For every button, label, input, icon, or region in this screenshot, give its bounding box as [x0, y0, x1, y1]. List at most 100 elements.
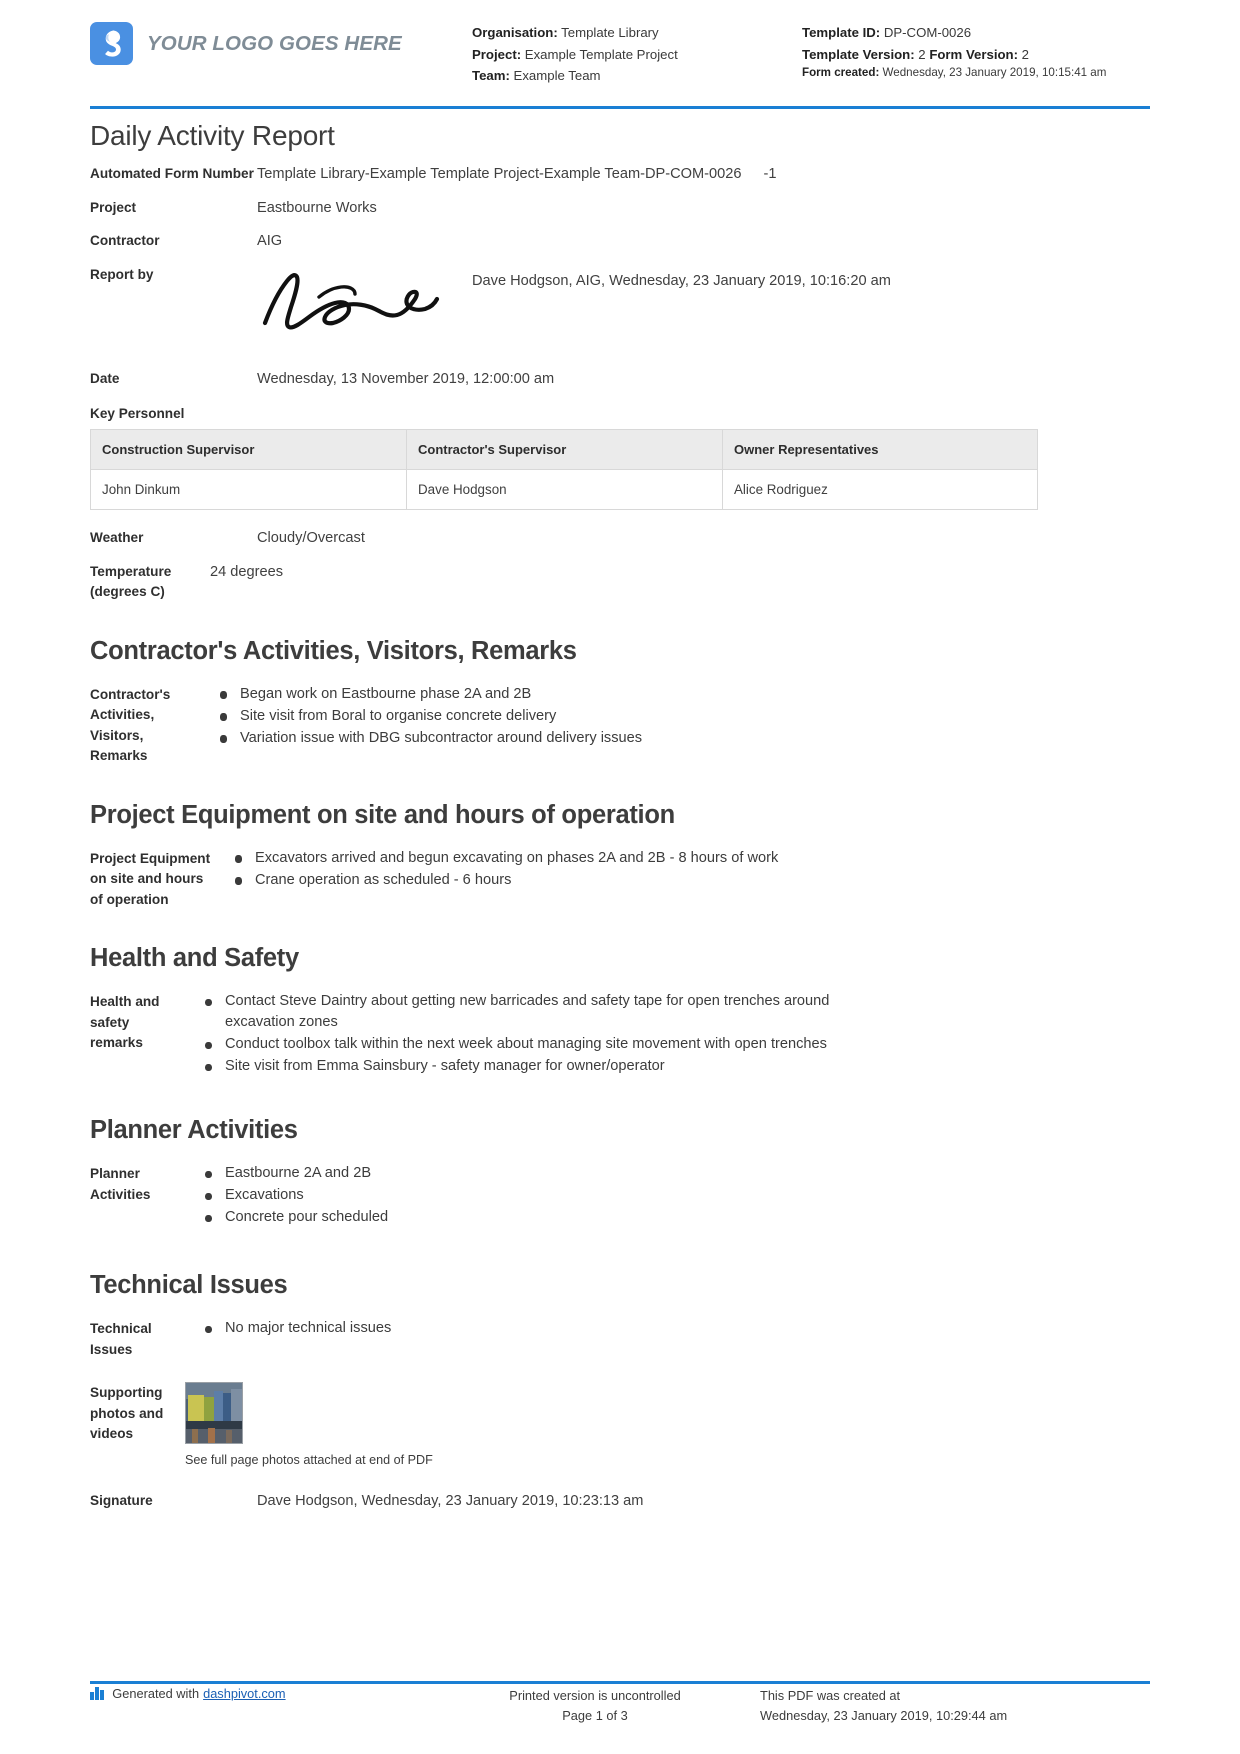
field-label: Automated Form Number [90, 166, 254, 181]
field-label: Project Equipment on site and hours of o… [90, 850, 211, 907]
site-photo-thumbnail[interactable] [185, 1382, 243, 1444]
list-item: Variation issue with DBG subcontractor a… [200, 728, 642, 749]
footer-generated-prefix: Generated with [112, 1686, 200, 1701]
meta-organisation-label: Organisation: [472, 25, 558, 40]
meta-form-created: Form created: Wednesday, 23 January 2019… [802, 65, 1150, 81]
field-value: Wednesday, 13 November 2019, 12:00:00 am [257, 370, 555, 387]
meta-project: Project: Example Template Project [472, 44, 802, 66]
field-report-by: Report by Dave Hodgson, AIG, Wednesday, … [90, 265, 1150, 351]
report-by-value: Dave Hodgson, AIG, Wednesday, 23 January… [472, 272, 891, 289]
cell-owner-representatives: Alice Rodriguez [722, 469, 1038, 510]
list-item: Site visit from Boral to organise concre… [200, 706, 642, 727]
field-weather: Weather Cloudy/Overcast [90, 528, 1150, 549]
meta-project-value: Example Template Project [524, 46, 678, 62]
footer-created-at: This PDF was created at Wednesday, 23 Ja… [760, 1686, 1150, 1726]
field-label: Planner Activities [90, 1166, 151, 1202]
section-heading-project-equipment: Project Equipment on site and hours of o… [90, 800, 675, 829]
meta-template-id-value: DP-COM-0026 [883, 25, 972, 40]
cell-construction-supervisor: John Dinkum [90, 469, 407, 510]
dashpivot-logo-icon [90, 1687, 105, 1700]
footer-generated-with: Generated with dashpivot.com [90, 1686, 430, 1701]
field-label: Contractor [90, 233, 160, 248]
field-supporting-photos: Supporting photos and videos See full pa… [90, 1382, 1150, 1467]
field-date: Date Wednesday, 13 November 2019, 12:00:… [90, 369, 1150, 390]
field-temperature: Temperature (degrees C) 24 degrees [90, 562, 1150, 603]
field-contractors-activities: Contractor's Activities, Visitors, Remar… [90, 684, 1150, 767]
field-label: Signature [90, 1493, 153, 1508]
signature-image [257, 265, 472, 351]
list-item: Eastbourne 2A and 2B [185, 1163, 388, 1184]
list-item: Site visit from Emma Sainsbury - safety … [185, 1056, 885, 1077]
document-footer: Generated with dashpivot.com Printed ver… [90, 1686, 1150, 1726]
meta-template-id: Template ID: DP-COM-0026 [802, 22, 1150, 44]
list-item: Began work on Eastbourne phase 2A and 2B [200, 684, 642, 705]
dashpivot-link[interactable]: dashpivot.com [203, 1686, 286, 1701]
bullet-list: Began work on Eastbourne phase 2A and 2B… [200, 684, 642, 750]
field-label: Date [90, 370, 120, 386]
field-value: Cloudy/Overcast [257, 530, 365, 546]
table-row: John Dinkum Dave Hodgson Alice Rodriguez [90, 469, 1038, 510]
field-planner-activities: Planner Activities Eastbourne 2A and 2B … [90, 1163, 1150, 1229]
field-project-equipment: Project Equipment on site and hours of o… [90, 848, 1150, 911]
field-signature: Signature Dave Hodgson, Wednesday, 23 Ja… [90, 1491, 1150, 1512]
automated-form-number-value: Template Library-Example Template Projec… [257, 166, 742, 182]
section-heading-planner-activities: Planner Activities [90, 1116, 298, 1144]
page-title: Daily Activity Report [90, 120, 335, 151]
field-value: AIG [257, 233, 283, 249]
meta-template-version-value: 2 [918, 46, 926, 62]
section-heading-contractors-activities: Contractor's Activities, Visitors, Remar… [90, 636, 577, 665]
footer-divider [90, 1681, 1150, 1684]
field-contractor: Contractor AIG [90, 231, 1150, 252]
meta-team-value: Example Team [513, 68, 601, 83]
field-value: 24 degrees [210, 563, 284, 580]
list-item: Crane operation as scheduled - 6 hours [215, 870, 778, 891]
field-automated-form-number: Automated Form Number Template Library-E… [90, 164, 1150, 185]
field-label: Project [90, 199, 137, 215]
footer-print-status: Printed version is uncontrolled Page 1 o… [430, 1686, 760, 1726]
supporting-photos-caption: See full page photos attached at end of … [185, 1453, 433, 1467]
list-item: Conduct toolbox talk within the next wee… [185, 1034, 885, 1055]
field-label: Weather [90, 530, 144, 545]
footer-page-number: Page 1 of 3 [562, 1708, 628, 1723]
cell-contractors-supervisor: Dave Hodgson [406, 469, 723, 510]
meta-team: Team: Example Team [472, 65, 802, 87]
list-item: Contact Steve Daintry about getting new … [185, 991, 885, 1033]
logo-text: YOUR LOGO GOES HERE [147, 31, 402, 55]
key-personnel-title: Key Personnel [90, 406, 185, 421]
document-page: YOUR LOGO GOES HERE Organisation: Templa… [0, 0, 1240, 1754]
logo-block: YOUR LOGO GOES HERE [90, 22, 472, 65]
column-header-construction-supervisor: Construction Supervisor [90, 429, 407, 470]
list-item: No major technical issues [185, 1318, 391, 1339]
field-project: Project Eastbourne Works [90, 198, 1150, 219]
header-meta-right: Template ID: DP-COM-0026 Template Versio… [802, 22, 1150, 81]
field-label: Contractor's Activities, Visitors, Remar… [90, 686, 171, 764]
meta-form-version-label: Form Version: [929, 46, 1018, 62]
list-item: Concrete pour scheduled [185, 1207, 388, 1228]
list-item: Excavators arrived and begun excavating … [215, 848, 778, 869]
field-label: Report by [90, 266, 154, 282]
footer-created-line2: Wednesday, 23 January 2019, 10:29:44 am [760, 1708, 1008, 1723]
field-value: Eastbourne Works [257, 199, 377, 216]
bullet-list: No major technical issues [185, 1318, 391, 1340]
header-meta-left: Organisation: Template Library Project: … [472, 22, 802, 87]
meta-template-version-label: Template Version: [802, 46, 915, 62]
document-body: Daily Activity Report Automated Form Num… [0, 120, 1240, 1512]
meta-organisation: Organisation: Template Library [472, 22, 802, 44]
field-label: Temperature (degrees C) [90, 563, 172, 600]
key-personnel-table: Construction Supervisor Contractor's Sup… [90, 429, 1038, 510]
automated-form-number-suffix: -1 [763, 166, 777, 182]
meta-form-version-value: 2 [1021, 46, 1029, 62]
meta-form-created-value: Wednesday, 23 January 2019, 10:15:41 am [882, 66, 1107, 79]
footer-printed-line1: Printed version is uncontrolled [509, 1688, 681, 1703]
meta-form-created-label: Form created: [802, 66, 880, 79]
field-value: Dave Hodgson, Wednesday, 23 January 2019… [257, 1493, 644, 1509]
meta-organisation-value: Template Library [561, 25, 659, 40]
field-technical-issues: Technical Issues No major technical issu… [90, 1318, 1150, 1360]
field-label: Health and safety remarks [90, 994, 160, 1050]
meta-team-label: Team: [472, 68, 510, 83]
meta-versions: Template Version: 2 Form Version: 2 [802, 44, 1150, 66]
table-header-row: Construction Supervisor Contractor's Sup… [90, 429, 1038, 470]
column-header-contractors-supervisor: Contractor's Supervisor [406, 429, 723, 470]
field-value: Dave Hodgson, AIG, Wednesday, 23 January… [257, 265, 1150, 351]
meta-project-label: Project: [472, 46, 522, 62]
